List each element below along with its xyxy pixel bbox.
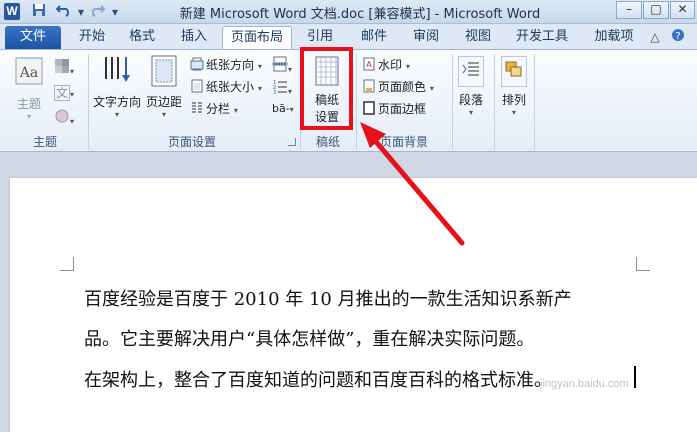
annotation-arrow bbox=[360, 122, 465, 246]
